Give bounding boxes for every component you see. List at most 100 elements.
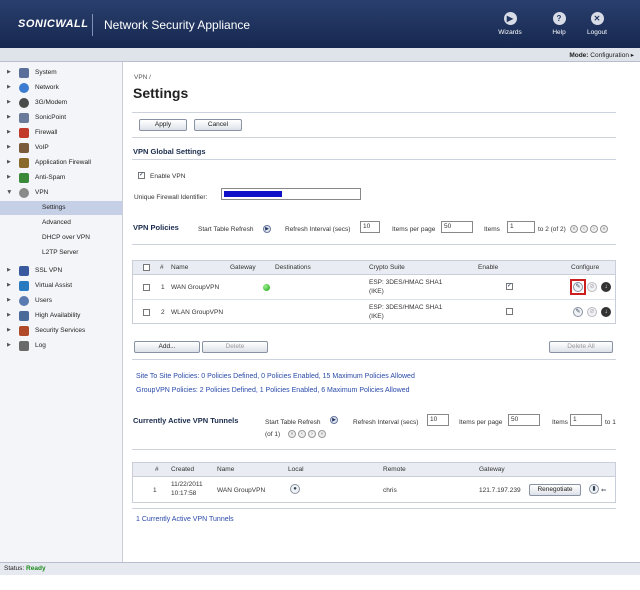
sidebar-item-users[interactable]: ▶ Users	[0, 294, 122, 308]
expand-arrow-icon: ▶	[7, 282, 11, 288]
items-per-page-field[interactable]: 50	[441, 221, 473, 233]
header-divider	[92, 14, 93, 36]
crypto-suite-line: ESP: 3DES/HMAC SHA1	[369, 279, 443, 286]
items-per-page-field[interactable]: 50	[508, 414, 540, 426]
sidebar-item-firewall[interactable]: ▶ Firewall	[0, 126, 122, 140]
refresh-play-icon[interactable]: ▶	[263, 225, 271, 233]
logout-button[interactable]: ✕ Logout	[579, 12, 615, 36]
sidebar-item-ssl-vpn[interactable]: ▶ SSL VPN	[0, 264, 122, 278]
modem-icon	[19, 98, 29, 108]
network-icon	[19, 83, 29, 93]
vpn-policies-table: # Name Gateway Destinations Crypto Suite…	[132, 260, 616, 324]
help-button[interactable]: ? Help	[541, 12, 577, 36]
apply-button[interactable]: Apply	[139, 119, 187, 131]
help-label: Help	[552, 29, 566, 36]
sidebar-item-network[interactable]: ▶ Network	[0, 81, 122, 95]
column-header-gateway: Gateway	[479, 466, 505, 473]
sidebar-item-voip[interactable]: ▶ VoIP	[0, 141, 122, 155]
refresh-play-icon[interactable]: ▶	[330, 416, 338, 424]
enable-vpn-checkbox[interactable]: ✓	[138, 172, 145, 179]
statistics-icon[interactable]: ▮	[589, 484, 599, 494]
expand-arrow-icon: ▶	[7, 312, 11, 318]
users-icon	[19, 296, 29, 306]
divider	[132, 112, 616, 113]
add-policy-button[interactable]: Add...	[134, 341, 200, 353]
expand-arrow-icon: ▶	[7, 99, 11, 105]
delete-all-button[interactable]: Delete All	[549, 341, 613, 353]
export-icon[interactable]: ↓	[601, 282, 611, 292]
help-icon: ?	[552, 12, 566, 25]
voip-icon	[19, 143, 29, 153]
sidebar-item-label: Firewall	[35, 129, 58, 136]
sidebar-item-virtual-assist[interactable]: ▶ Virtual Assist	[0, 279, 122, 293]
sidebar-item-3g-modem[interactable]: ▶ 3G/Modem	[0, 96, 122, 110]
next-page-icon[interactable]: ›	[590, 225, 598, 233]
column-header-destinations: Destinations	[275, 264, 311, 271]
row-number: 1	[153, 487, 157, 494]
enable-policy-checkbox[interactable]: ✓	[506, 283, 513, 290]
anti-spam-icon	[19, 173, 29, 183]
lock-icon: ●	[290, 484, 300, 494]
sidebar-item-sonicpoint[interactable]: ▶ SonicPoint	[0, 111, 122, 125]
edit-icon[interactable]: ✎	[573, 307, 583, 317]
sidebar-item-system[interactable]: ▶ System	[0, 66, 122, 80]
sidebar-subitem-advanced[interactable]: Advanced	[0, 216, 122, 230]
edit-icon[interactable]: ✎	[573, 282, 583, 292]
sidebar-item-high-availability[interactable]: ▶ High Availability	[0, 309, 122, 323]
sidebar-subitem-l2tp-server[interactable]: L2TP Server	[0, 246, 122, 260]
previous-page-icon[interactable]: ‹	[298, 430, 306, 438]
start-table-refresh-label: Start Table Refresh	[198, 226, 254, 233]
expand-arrow-icon: ▶	[7, 342, 11, 348]
delete-policy-button[interactable]: Delete	[202, 341, 268, 353]
last-page-icon[interactable]: »	[318, 430, 326, 438]
divider	[132, 159, 616, 160]
sidebar-item-label: Anti-Spam	[35, 174, 66, 181]
sidebar-item-label: Users	[35, 297, 52, 304]
row-select-checkbox[interactable]	[143, 309, 150, 316]
sidebar-subitem-label: Settings	[42, 204, 66, 211]
crypto-suite-line: (IKE)	[369, 313, 384, 320]
row-select-checkbox[interactable]	[143, 284, 150, 291]
last-page-icon[interactable]: »	[600, 225, 608, 233]
redacted-value	[224, 191, 282, 197]
expand-arrow-icon: ▶	[7, 69, 11, 75]
expand-arrow-icon: ▶	[7, 159, 11, 165]
ssl-vpn-icon	[19, 266, 29, 276]
column-header-name: Name	[171, 264, 189, 271]
sidebar-item-anti-spam[interactable]: ▶ Anti-Spam	[0, 171, 122, 185]
renegotiate-button[interactable]: Renegotiate	[529, 484, 581, 496]
sidebar-subitem-settings[interactable]: Settings	[0, 201, 122, 215]
sidebar-item-label: 3G/Modem	[35, 99, 68, 106]
items-field[interactable]: 1	[507, 221, 535, 233]
sidebar-item-vpn[interactable]: ▶ VPN	[0, 186, 122, 200]
status-bar: Status: Ready	[0, 562, 640, 575]
logout-arrow-icon[interactable]: ⇐	[601, 486, 606, 495]
product-title: Network Security Appliance	[104, 18, 251, 32]
cancel-button[interactable]: Cancel	[194, 119, 242, 131]
sidebar-item-application-firewall[interactable]: ▶ Application Firewall	[0, 156, 122, 170]
firewall-id-label: Unique Firewall Identifier:	[134, 194, 208, 201]
table-header: # Created Name Local Remote Gateway	[133, 463, 615, 477]
first-page-icon[interactable]: «	[288, 430, 296, 438]
export-icon[interactable]: ↓	[601, 307, 611, 317]
sidebar-item-security-services[interactable]: ▶ Security Services	[0, 324, 122, 338]
sidebar-subitem-dhcp-over-vpn[interactable]: DHCP over VPN	[0, 231, 122, 245]
first-page-icon[interactable]: «	[570, 225, 578, 233]
enable-policy-checkbox[interactable]	[506, 308, 513, 315]
refresh-interval-field[interactable]: 10	[360, 221, 380, 233]
next-page-icon[interactable]: ›	[308, 430, 316, 438]
mode-indicator[interactable]: Mode: Configuration ▸	[569, 51, 634, 59]
sidebar-item-log[interactable]: ▶ Log	[0, 339, 122, 353]
wizards-button[interactable]: ▶ Wizards	[492, 12, 528, 36]
select-all-checkbox[interactable]	[143, 264, 150, 271]
system-icon	[19, 68, 29, 78]
created-date: 11/22/2011	[171, 481, 203, 488]
refresh-interval-field[interactable]: 10	[427, 414, 449, 426]
active-tunnels-title: Currently Active VPN Tunnels	[133, 416, 239, 425]
items-field[interactable]: 1	[570, 414, 602, 426]
delete-icon[interactable]: ⊘	[587, 282, 597, 292]
sidebar-item-label: System	[35, 69, 57, 76]
expand-arrow-icon: ▶	[7, 267, 11, 273]
delete-icon[interactable]: ⊘	[587, 307, 597, 317]
previous-page-icon[interactable]: ‹	[580, 225, 588, 233]
